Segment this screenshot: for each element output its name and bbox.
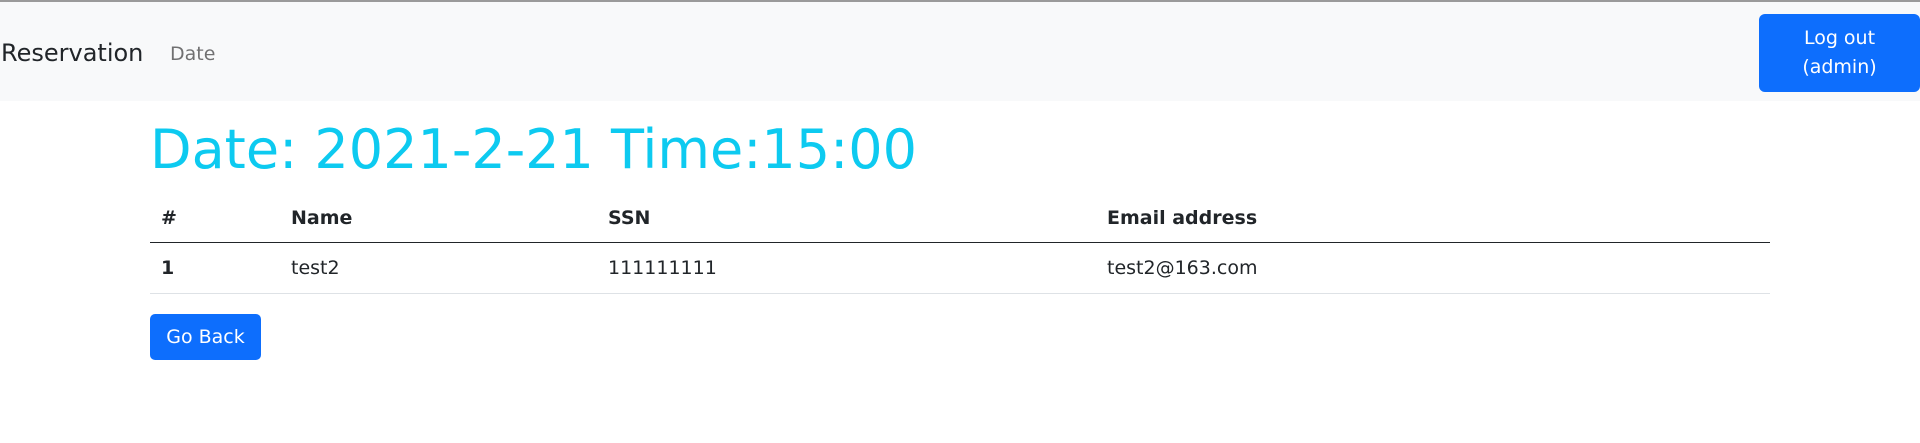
column-header-index: # xyxy=(150,195,280,243)
nav-link-date[interactable]: Date xyxy=(170,42,215,66)
row-name: test2 xyxy=(280,242,597,294)
row-ssn: 111111111 xyxy=(597,242,1096,294)
row-email: test2@163.com xyxy=(1096,242,1770,294)
column-header-name: Name xyxy=(280,195,597,243)
logout-label: Log out xyxy=(1803,27,1876,49)
column-header-email: Email address xyxy=(1096,195,1770,243)
logout-user-label: (admin) xyxy=(1802,56,1877,78)
page-title: Date: 2021-2-21 Time:15:00 xyxy=(150,118,918,181)
logout-button[interactable]: Log out (admin) xyxy=(1759,14,1920,92)
navbar-brand[interactable]: Reservation xyxy=(1,38,143,68)
go-back-button[interactable]: Go Back xyxy=(150,314,261,360)
column-header-ssn: SSN xyxy=(597,195,1096,243)
table-row: 1 test2 111111111 test2@163.com xyxy=(150,242,1770,294)
navbar: Reservation Date Log out (admin) xyxy=(0,2,1920,101)
row-index: 1 xyxy=(150,242,280,294)
table-header-row: # Name SSN Email address xyxy=(150,195,1770,243)
reservations-table: # Name SSN Email address 1 test2 1111111… xyxy=(150,195,1770,294)
